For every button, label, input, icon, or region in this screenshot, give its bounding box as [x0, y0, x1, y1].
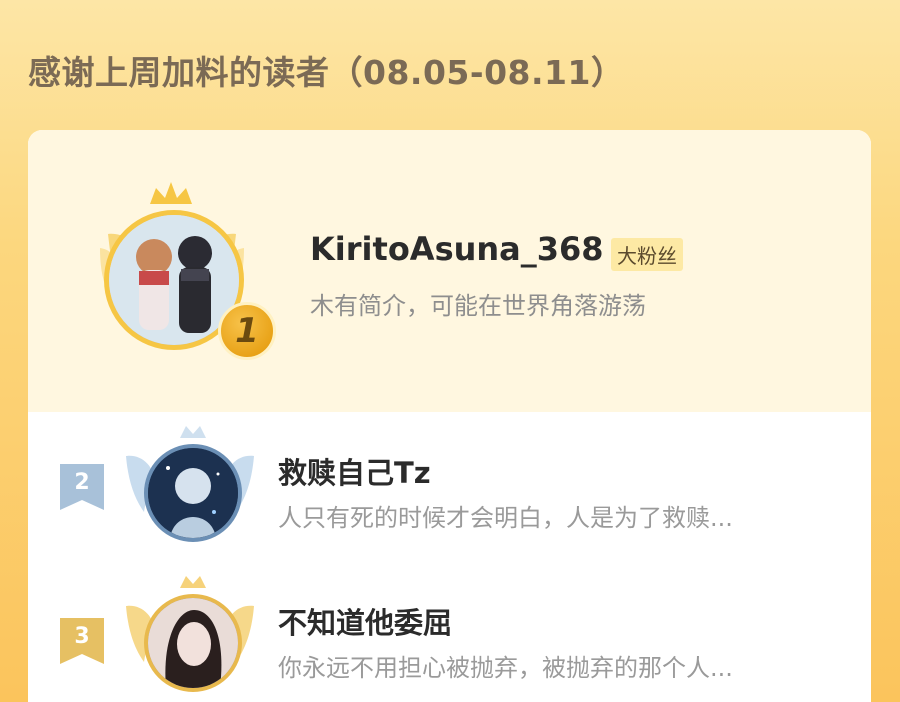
girl-portrait-avatar	[144, 594, 242, 692]
reader-bio: 你永远不用担心被抛弃，被抛弃的那个人...	[278, 654, 733, 682]
reader-bio: 人只有死的时候才会明白，人是为了救赎...	[278, 504, 733, 532]
gold-rank-medal-icon: 1	[218, 302, 276, 360]
rank1-avatar-frame[interactable]: 1	[68, 174, 276, 364]
rank-number: 2	[74, 470, 90, 495]
avatar-illustration-icon	[148, 448, 238, 538]
reader-name[interactable]: 不知道他委屈	[278, 600, 452, 642]
leaderboard-page: 感谢上周加料的读者（08.05-08.11） 1 KiritoAsuna_368…	[0, 0, 900, 702]
top-reader-name[interactable]: KiritoAsuna_368	[310, 230, 604, 268]
leaderboard-card: 1 KiritoAsuna_368 大粉丝 木有简介，可能在世界角落游荡 2 救…	[28, 130, 871, 702]
top-reader-section[interactable]: 1 KiritoAsuna_368 大粉丝 木有简介，可能在世界角落游荡	[28, 130, 871, 412]
rank3-avatar-frame[interactable]	[120, 570, 260, 702]
page-title: 感谢上周加料的读者（08.05-08.11）	[28, 53, 625, 92]
bronze-rank-ribbon-icon: 3	[60, 618, 104, 664]
anime-girl-avatar	[144, 444, 242, 542]
reader-name[interactable]: 救赎自己Tz	[278, 450, 431, 492]
silver-rank-ribbon-icon: 2	[60, 464, 104, 510]
top-reader-bio: 木有简介，可能在世界角落游荡	[310, 292, 646, 320]
avatar-illustration-icon	[148, 598, 238, 688]
rank2-avatar-frame[interactable]	[120, 420, 260, 560]
rank-number: 3	[74, 624, 90, 649]
fan-level-badge: 大粉丝	[611, 238, 683, 271]
